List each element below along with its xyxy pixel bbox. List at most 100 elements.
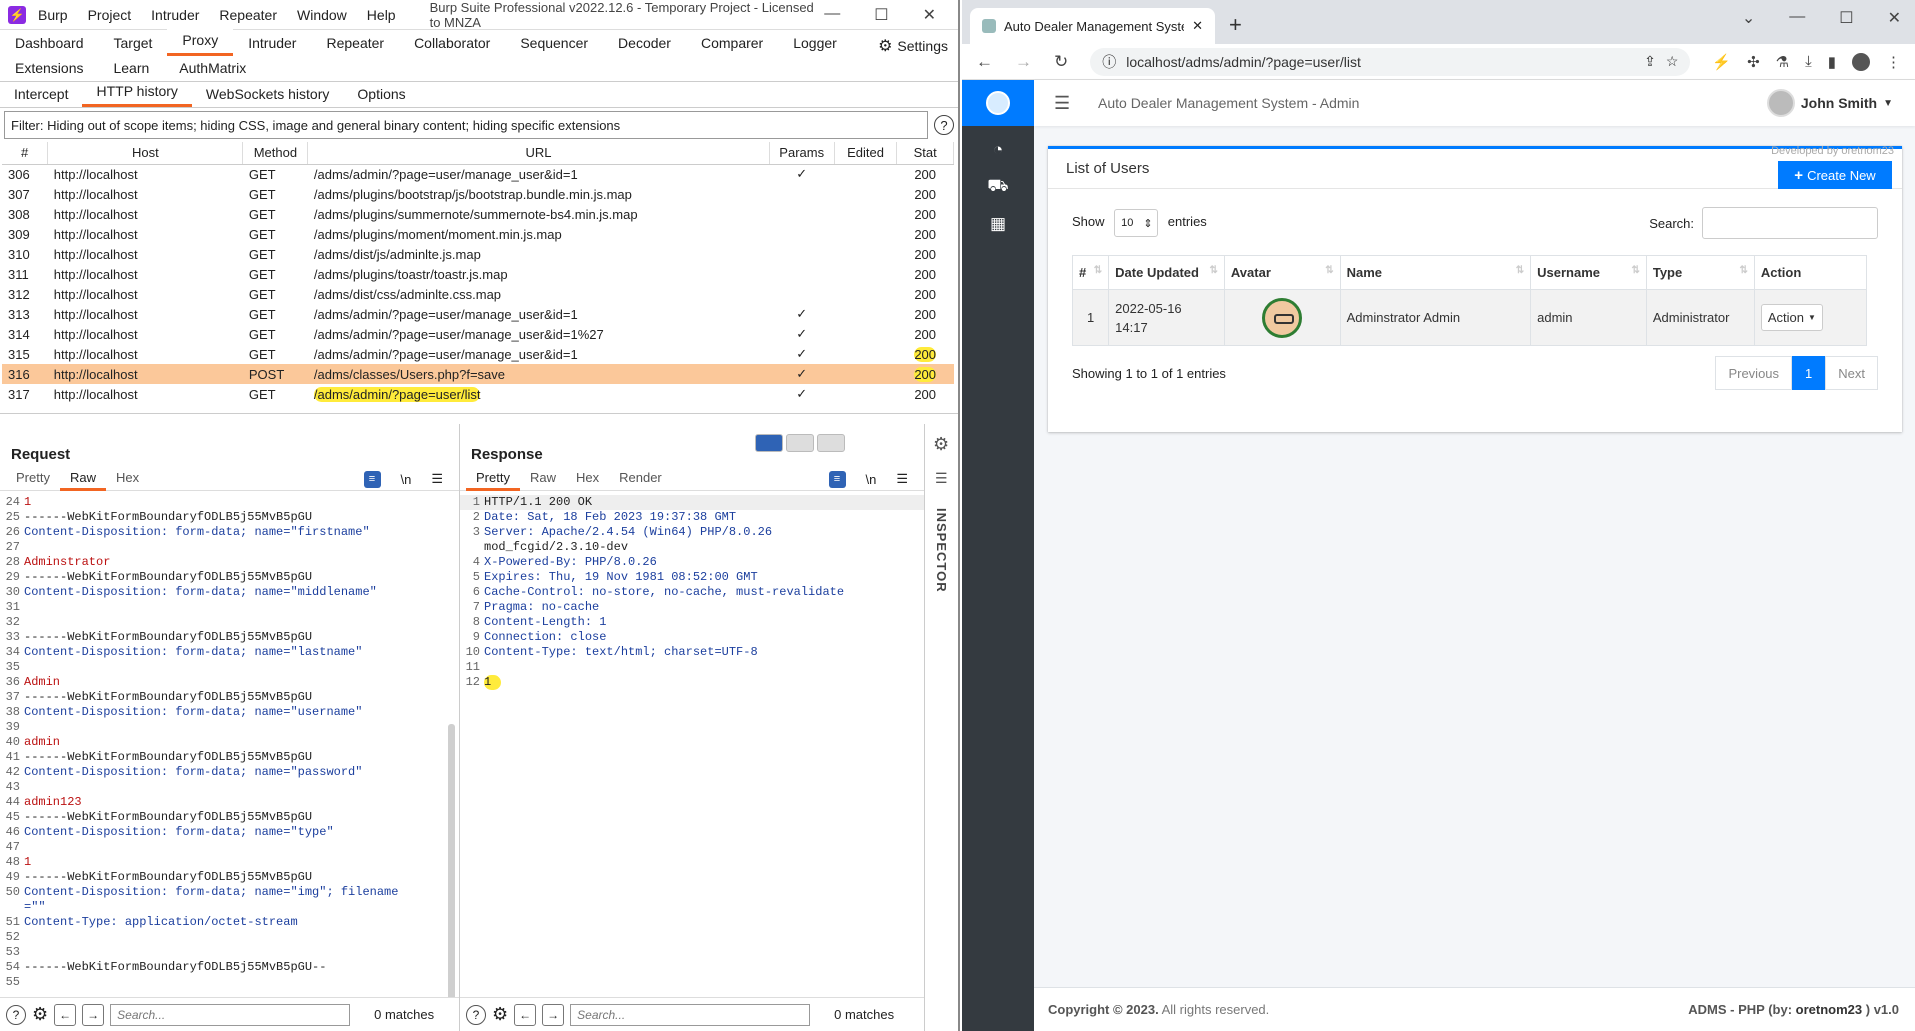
tab-sequencer[interactable]: Sequencer [505,31,603,56]
history-scrollbar[interactable] [0,406,958,414]
back-arrow-icon[interactable]: ← [514,1003,537,1026]
menu-item-window[interactable]: Window [297,7,347,23]
close-icon[interactable]: ✕ [1888,8,1901,28]
split-horizontal-icon[interactable] [755,434,783,452]
table-row[interactable]: 309 http://localhost GET/adms/plugins/mome… [2,224,954,244]
page-next-button[interactable]: Next [1825,356,1878,390]
sidebar-icon[interactable]: ▮ [1828,53,1836,71]
table-row[interactable]: 316 http://localhost POST/adms/classes/Use… [2,364,954,384]
response-body[interactable]: 1 HTTP/1.1 200 OK 2 Date: Sat, 18 Feb 2023 … [460,490,924,690]
maximize-icon[interactable]: ☐ [874,5,888,25]
kebab-menu-icon[interactable]: ⋮ [1886,53,1901,71]
close-tab-icon[interactable]: ✕ [1192,18,1203,34]
tab-learn[interactable]: Learn [98,56,164,81]
help-icon[interactable]: ? [6,1004,26,1025]
response-tab-render[interactable]: Render [609,467,672,491]
search-input[interactable] [1702,207,1878,239]
column-header-stat[interactable]: Stat [896,142,954,165]
car-icon[interactable]: ⛟ [987,176,1008,198]
newline-toggle-icon[interactable]: \n [401,472,412,487]
forward-arrow-icon[interactable]: → [82,1003,105,1026]
message-actions-icon[interactable]: ≡ [828,470,846,488]
info-icon[interactable]: ⓘ [1102,52,1116,72]
inspector-tab[interactable]: INSPECTOR [934,508,949,593]
response-tab-raw[interactable]: Raw [520,467,566,491]
column-header-number[interactable]: # [2,142,49,165]
minimize-icon[interactable]: — [1789,8,1805,28]
request-body[interactable]: 24 1 25 ------WebKitFormBoundaryfODLB5j55Mv… [0,490,459,990]
hamburger-icon[interactable]: ☰ [1054,93,1084,114]
url-text[interactable]: localhost/adms/admin/?page=user/list [1126,54,1634,70]
gear-icon[interactable]: ⚙ [492,1004,508,1025]
filter-input[interactable]: Filter: Hiding out of scope items; hidin… [4,111,928,139]
share-icon[interactable]: ⇪ [1644,53,1656,70]
tab-repeater[interactable]: Repeater [311,31,399,56]
subtab-http-history[interactable]: HTTP history [82,80,192,107]
column-header-url[interactable]: URL [307,142,770,165]
request-tab-pretty[interactable]: Pretty [6,467,60,491]
reload-icon[interactable]: ↻ [1054,52,1068,72]
new-tab-button[interactable]: + [1229,12,1242,38]
subtab-options[interactable]: Options [343,83,419,107]
omnibox[interactable]: ⓘ localhost/adms/admin/?page=user/list ⇪… [1090,47,1691,76]
column-header-host[interactable]: Host [47,142,244,165]
tab-logger[interactable]: Logger [778,31,852,56]
table-row[interactable]: 313 http://localhost GET/adms/admin/?page=… [2,304,954,324]
forward-arrow-icon[interactable]: → [542,1003,565,1026]
tab-proxy[interactable]: Proxy [167,28,234,56]
message-actions-icon[interactable]: ≡ [363,470,381,488]
tab-dashboard[interactable]: Dashboard [0,31,99,56]
tab-target[interactable]: Target [99,31,168,56]
inspector-menu-icon[interactable]: ☰ [935,470,948,487]
tab-authmatrix[interactable]: AuthMatrix [164,56,261,81]
star-icon[interactable]: ☆ [1666,53,1679,70]
response-tab-pretty[interactable]: Pretty [466,467,520,491]
menu-item-burp[interactable]: Burp [38,7,68,23]
gear-icon[interactable]: ⚙ [32,1004,48,1025]
column-header-date-updated[interactable]: Date Updated ⇅ [1108,255,1225,290]
back-arrow-icon[interactable]: ← [976,52,993,72]
create-new-button[interactable]: + Create New [1778,161,1892,189]
download-icon[interactable]: ⤓ [1805,53,1812,70]
column-header-name[interactable]: Name ⇅ [1339,255,1532,290]
tab-extensions[interactable]: Extensions [0,56,98,81]
request-search-input[interactable]: Search... [110,1003,351,1026]
maximize-icon[interactable]: ☐ [1839,8,1853,28]
menu-icon[interactable]: ☰ [431,471,443,487]
puzzle-icon[interactable]: ✣ [1747,53,1760,71]
table-row[interactable]: 312 http://localhost GET/adms/dist/css/adm… [2,284,954,304]
menu-icon[interactable]: ☰ [896,471,908,487]
subtab-websockets-history[interactable]: WebSockets history [192,83,343,107]
column-header-edited[interactable]: Edited [834,142,898,165]
extension-icon[interactable]: ⚡ [1712,53,1731,71]
request-tab-raw[interactable]: Raw [59,467,106,491]
table-row[interactable]: 307 http://localhost GET/adms/plugins/boot… [2,184,954,204]
table-row[interactable]: 317 http://localhost GET/adms/admin/?page=… [2,384,954,404]
menu-item-repeater[interactable]: Repeater [219,7,277,23]
profile-icon[interactable] [1852,52,1870,71]
column-header-action[interactable]: Action [1753,255,1868,290]
column-header-username[interactable]: Username ⇅ [1530,255,1647,290]
close-icon[interactable]: ✕ [923,5,936,25]
table-row[interactable]: 315 http://localhost GET/adms/admin/?page=… [2,344,954,364]
column-header-type[interactable]: Type ⇅ [1645,255,1755,290]
table-row[interactable]: 310 http://localhost GET/adms/dist/js/admi… [2,244,954,264]
action-dropdown-button[interactable]: Action ▼ [1760,304,1823,331]
menu-item-intruder[interactable]: Intruder [151,7,199,23]
page-previous-button[interactable]: Previous [1715,356,1793,390]
table-row[interactable]: 314 http://localhost GET/adms/admin/?page=… [2,324,954,344]
dashboard-gauge-icon[interactable]: ◔ [993,140,1003,160]
request-scrollbar[interactable] [448,724,455,1004]
menu-item-project[interactable]: Project [88,7,132,23]
back-arrow-icon[interactable]: ← [54,1003,77,1026]
column-header-avatar[interactable]: Avatar ⇅ [1223,255,1341,290]
gear-icon[interactable]: ⚙ [933,434,949,455]
author-link[interactable]: oretnom23 [1796,1002,1862,1017]
response-search-input[interactable]: Search... [570,1003,811,1026]
help-icon[interactable]: ? [466,1004,486,1025]
chevron-down-icon[interactable]: ⌄ [1742,8,1755,28]
menu-item-help[interactable]: Help [367,7,396,23]
help-icon[interactable]: ? [934,115,954,135]
split-vertical-icon[interactable] [786,434,814,452]
browser-tab[interactable]: Auto Dealer Management System ✕ [970,8,1215,44]
